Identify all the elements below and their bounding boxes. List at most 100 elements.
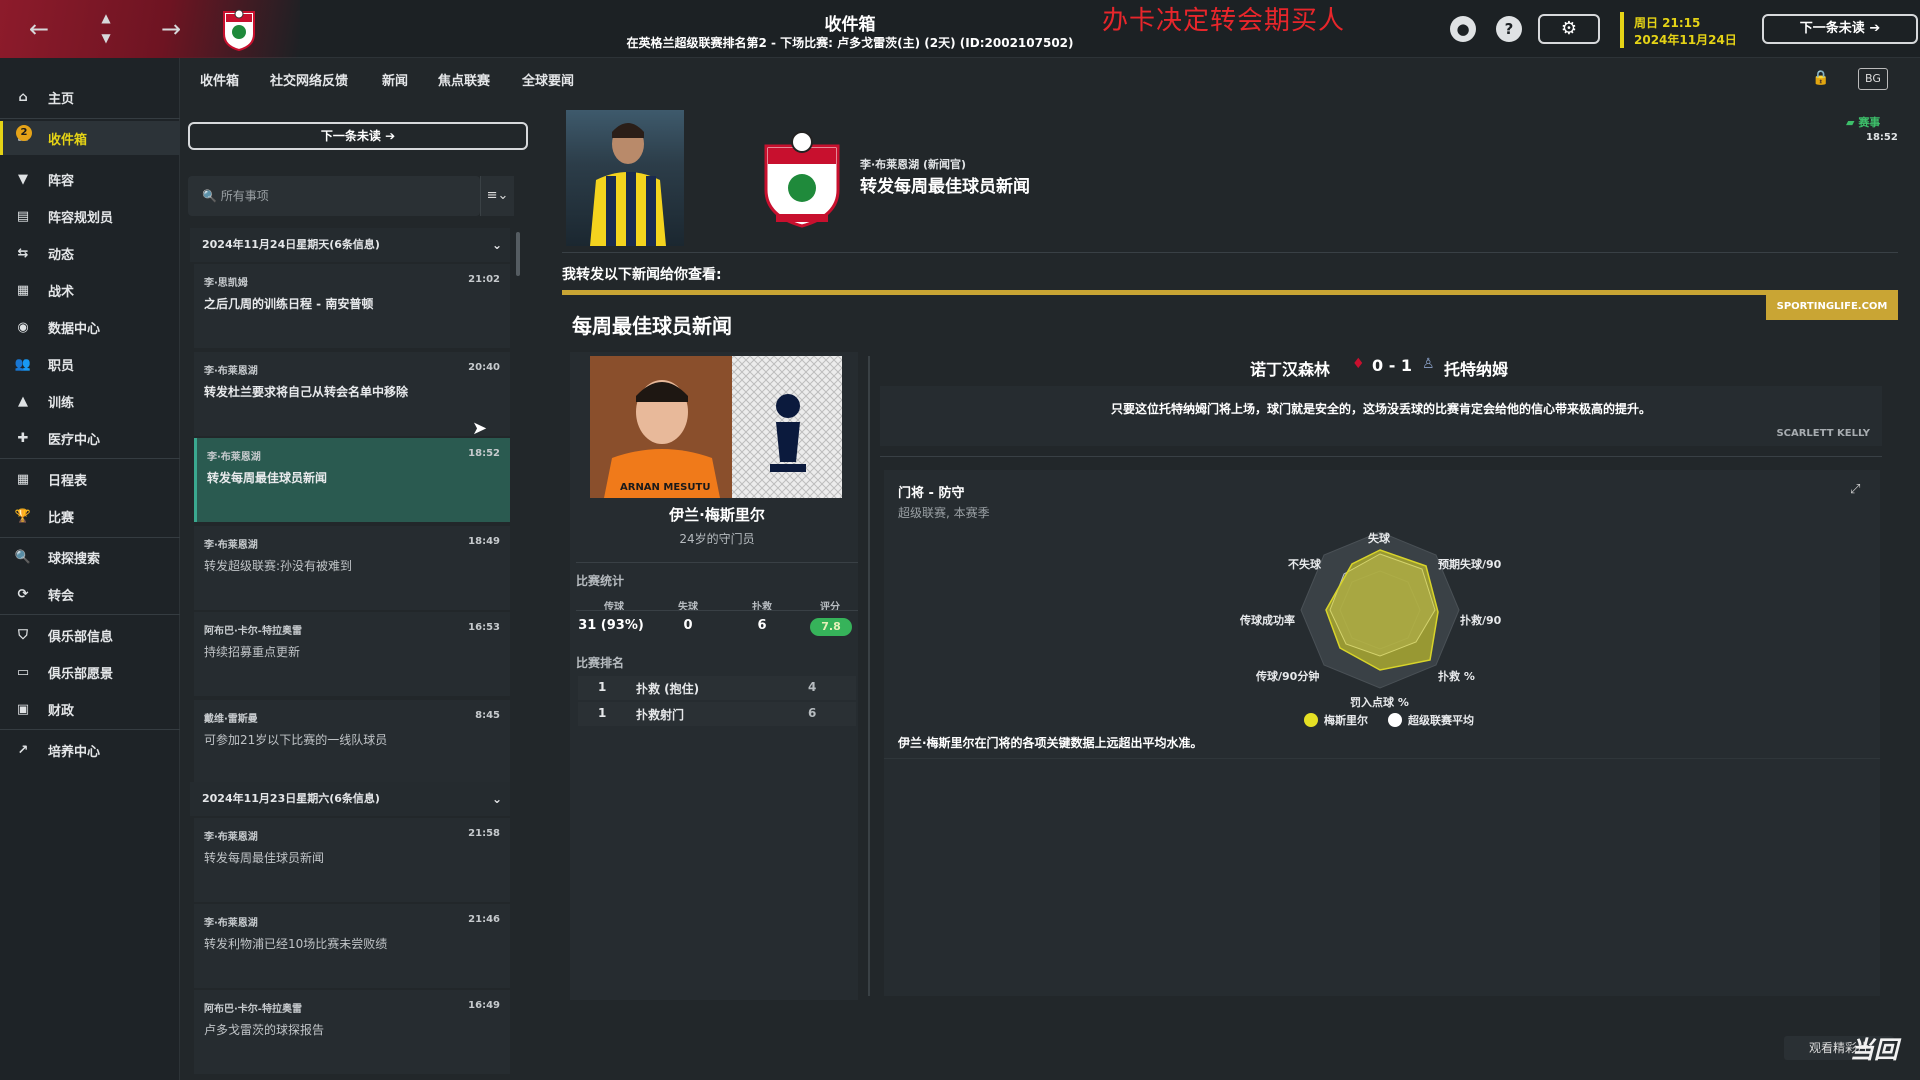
rank-value: 6 (808, 706, 817, 720)
group-title: 2024年11月24日星期天(6条信息) (202, 238, 380, 251)
sidebar-item-scouting[interactable]: 🔍 球探搜索 (0, 540, 180, 574)
forward-arrow-icon[interactable]: → (154, 12, 188, 46)
search-input[interactable]: 🔍 所有事项 (188, 176, 480, 216)
sidebar-item-tactics[interactable]: ▦ 战术 (0, 273, 180, 307)
home-icon: ⌂ (18, 89, 28, 105)
header-divider (562, 252, 1898, 253)
staff-icon: 👥 (14, 356, 32, 372)
empty-card (884, 758, 1880, 996)
list-item[interactable]: 李·思凯姆 21:02 之后几周的训练日程 - 南安普顿 (194, 264, 510, 348)
tab-bar: 收件箱 社交网络反馈 新闻 焦点联赛 全球要闻 (180, 58, 1920, 98)
date-accent-bar (1620, 12, 1624, 48)
top-bar: ← ▲ ▼ → 收件箱 在英格兰超级联赛排名第2 - 下场比赛: 卢多戈雷茨(主)… (0, 0, 1920, 58)
sidebar-item-club-vision[interactable]: ▭ 俱乐部愿景 (0, 655, 180, 689)
tab-social-feedback[interactable]: 社交网络反馈 (270, 70, 348, 89)
stat-saves: 6 (757, 618, 767, 633)
stat-passes: 31 (93%) (578, 618, 644, 633)
message-subject: 持续招募重点更新 (204, 645, 301, 659)
table-row: 1 扑救射门 6 (578, 702, 856, 726)
back-arrow-icon[interactable]: ← (22, 12, 56, 46)
sidebar-item-transfers[interactable]: ⟳ 转会 (0, 577, 180, 611)
settings-button[interactable]: ⚙ (1538, 14, 1600, 44)
message-sender: 李·布莱恩湖 (204, 832, 258, 843)
sidebar-item-label: 阵容 (48, 173, 75, 189)
message-time: 21:46 (468, 914, 500, 925)
vision-icon: ▭ (16, 664, 30, 680)
next-unread-top-button[interactable]: 下一条未读 ➔ (1762, 14, 1918, 44)
message-time: 21:58 (468, 828, 500, 839)
list-item[interactable]: 阿布巴·卡尔-特拉奥雷 16:53 持续招募重点更新 (194, 612, 510, 696)
sidebar-item-staff[interactable]: 👥 职员 (0, 347, 180, 381)
message-subject: 转发超级联赛:孙没有被难到 (204, 559, 353, 573)
message-group-header[interactable]: 2024年11月24日星期天(6条信息) ⌄ (190, 228, 510, 262)
rating-badge: 7.8 (810, 618, 852, 636)
match-result[interactable]: 诺丁汉森林 ♦ 0 - 1 ♙ 托特纳姆 (880, 354, 1880, 382)
rank-name: 扑救射门 (636, 708, 685, 722)
tab-world-news[interactable]: 全球要闻 (522, 70, 574, 89)
globe-icon[interactable]: ● (1450, 16, 1476, 42)
background-toggle-icon[interactable]: BG (1858, 68, 1888, 90)
sidebar-item-label: 日程表 (48, 473, 88, 489)
sidebar-item-schedule[interactable]: ▦ 日程表 (0, 462, 180, 496)
event-tag-label: 赛事 (1858, 116, 1881, 129)
axis-label: 罚入点球 % (1350, 696, 1409, 709)
list-filter-icon: ≡⌄ (486, 188, 509, 203)
tab-news[interactable]: 新闻 (382, 70, 408, 89)
message-subject: 转发每周最佳球员新闻 (204, 851, 325, 865)
sidebar-item-data-hub[interactable]: ◉ 数据中心 (0, 310, 180, 344)
list-item[interactable]: 李·布莱恩湖 21:58 转发每周最佳球员新闻 (194, 818, 510, 902)
filter-menu-button[interactable]: ≡⌄ (480, 176, 514, 216)
player-name[interactable]: 伊兰·梅斯里尔 (570, 504, 864, 525)
message-time: 21:02 (468, 274, 500, 285)
list-item[interactable]: 李·布莱恩湖 21:46 转发利物浦已经10场比赛未尝败绩 (194, 904, 510, 988)
arrow-right-circle-icon: ➔ (385, 129, 396, 143)
stream-overlay-text: 办卡决定转会期买人 (1102, 6, 1346, 36)
list-item[interactable]: 李·布莱恩湖 20:40 转发杜兰要求将自己从转会名单中移除 (194, 352, 510, 436)
tab-focus-leagues[interactable]: 焦点联赛 (438, 70, 490, 89)
list-item[interactable]: 戴维·雷斯曼 8:45 可参加21岁以下比赛的一线队球员 (194, 700, 510, 784)
sidebar-item-competitions[interactable]: 🏆 比赛 (0, 499, 180, 533)
sidebar-item-home[interactable]: ⌂ 主页 (0, 80, 180, 114)
calendar-icon: ▦ (16, 471, 30, 487)
southampton-crest-icon (764, 131, 840, 228)
message-group-header[interactable]: 2024年11月23日星期六(6条信息) ⌄ (190, 782, 510, 816)
spurs-crest-icon: ♙ (1422, 356, 1435, 372)
transfer-icon: ⟳ (17, 586, 29, 602)
player-image-caption: ARNAN MESUTU (620, 482, 710, 493)
message-sender: 阿布巴·卡尔-特拉奥雷 (204, 626, 302, 637)
message-subject: 转发利物浦已经10场比赛未尝败绩 (204, 937, 388, 951)
club-crest-icon[interactable] (216, 6, 262, 52)
sidebar-item-medical[interactable]: ✚ 医疗中心 (0, 421, 180, 455)
sidebar-item-label: 培养中心 (48, 744, 101, 760)
forest-crest-icon: ♦ (1352, 356, 1365, 372)
list-item[interactable]: 李·布莱恩湖 18:49 转发超级联赛:孙没有被难到 (194, 526, 510, 610)
list-scrollbar[interactable] (516, 232, 520, 276)
sidebar-item-finances[interactable]: ▣ 财政 (0, 692, 180, 726)
sidebar-item-training[interactable]: ▲ 训练 (0, 384, 180, 418)
tab-inbox[interactable]: 收件箱 (200, 70, 240, 98)
list-item[interactable]: 阿布巴·卡尔-特拉奥雷 16:49 卢多戈雷茨的球探报告 (194, 990, 510, 1074)
gear-icon: ⚙ (1560, 18, 1578, 39)
sidebar-item-development[interactable]: ↗ 培养中心 (0, 733, 180, 767)
list-item-selected[interactable]: 李·布莱恩湖 18:52 转发每周最佳球员新闻 (194, 438, 510, 522)
legend-player: 梅斯里尔 (1304, 712, 1368, 728)
rank-number: 1 (598, 706, 607, 720)
lock-icon[interactable]: 🔒 (1812, 70, 1829, 86)
match-rank-label: 比赛排名 (576, 656, 625, 670)
search-icon: 🔍 (202, 189, 217, 203)
message-sender: 李·布莱恩湖 (204, 366, 258, 377)
event-tag[interactable]: ▰ 赛事 (1846, 114, 1880, 130)
sidebar-item-squad-planner[interactable]: ▤ 阵容规划员 (0, 199, 180, 233)
next-unread-button[interactable]: 下一条未读 ➔ (188, 122, 528, 150)
chevron-down-icon: ⌄ (491, 238, 502, 252)
expand-icon[interactable]: ⤢ (1850, 482, 1860, 497)
sidebar-item-label: 医疗中心 (48, 432, 101, 448)
axis-label: 传球/90分钟 (1256, 670, 1320, 683)
player-photo-graphic (590, 123, 666, 246)
tactics-icon: ▦ (16, 282, 30, 298)
sidebar-item-dynamics[interactable]: ⇆ 动态 (0, 236, 180, 270)
sidebar-item-club-info[interactable]: ⛉ 俱乐部信息 (0, 618, 180, 652)
nav-up-down[interactable]: ▲ ▼ (96, 8, 116, 52)
sidebar-item-squad[interactable]: ▼ 阵容 (0, 162, 180, 196)
help-icon[interactable]: ? (1496, 16, 1522, 42)
